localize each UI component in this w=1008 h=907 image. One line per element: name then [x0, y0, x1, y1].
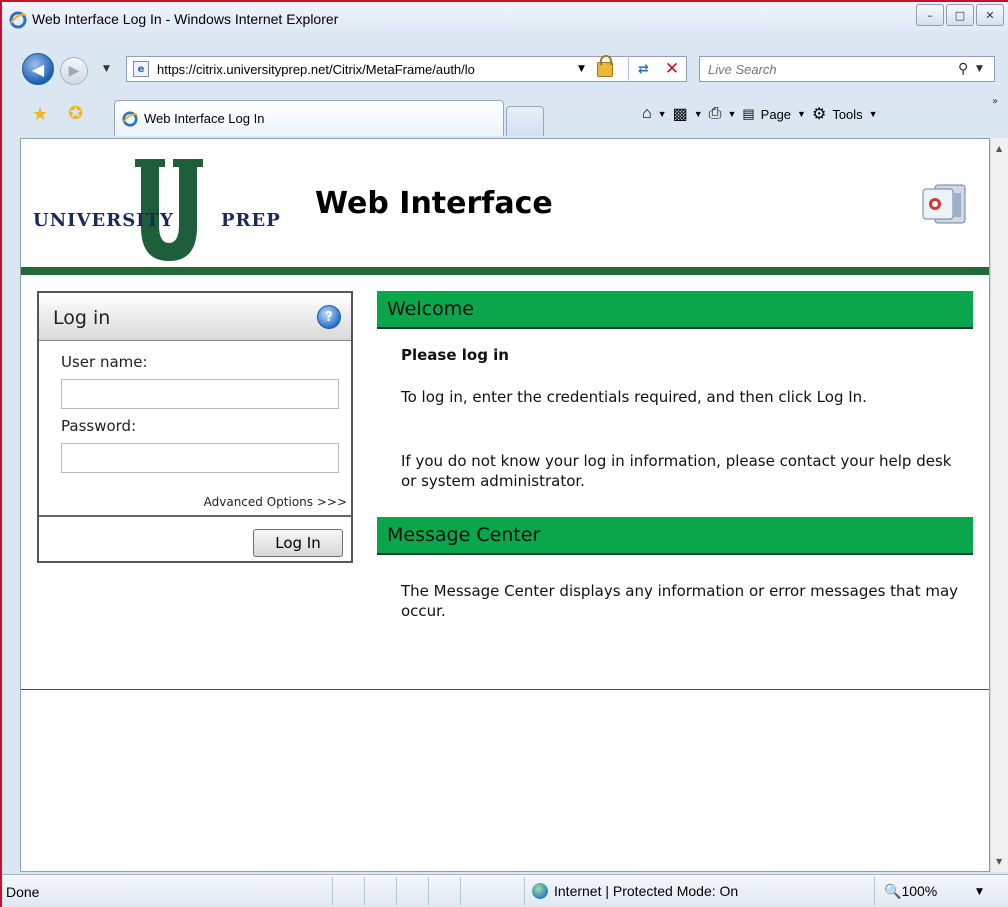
welcome-subheading: Please log in [401, 346, 509, 364]
command-bar: ⌂ ▼ ▩ ▼ ⎙ ▼ ▤ Page ▼ ⚙ Tools ▼ [642, 100, 878, 128]
zoom-level[interactable]: 🔍100% [884, 883, 937, 900]
favorites-star-icon[interactable]: ★ [32, 104, 48, 125]
page-header: UNIVERSITY PREP Web Interface [21, 139, 989, 267]
status-divider [428, 877, 429, 905]
login-panel: Log in ? User name: Password: Advanced O… [37, 291, 353, 563]
add-favorites-icon[interactable]: ✪ [68, 103, 83, 124]
print-icon[interactable]: ⎙ [709, 105, 722, 123]
refresh-icon: ⇄ [638, 61, 649, 77]
globe-icon [532, 883, 548, 899]
status-divider [396, 877, 397, 905]
maximize-button[interactable]: □ [946, 4, 974, 26]
login-panel-header: Log in ? [39, 293, 351, 341]
chevron-right-icon[interactable]: » [992, 96, 998, 107]
navigation-bar: ◀ ▶ ▼ e https://citrix.universityprep.ne… [2, 42, 1008, 85]
recent-pages-dropdown-icon[interactable]: ▼ [103, 64, 110, 74]
message-center-text: The Message Center displays any informat… [401, 582, 959, 620]
status-bar: Done Internet | Protected Mode: On 🔍100%… [2, 874, 1008, 907]
home-dropdown-icon[interactable]: ▼ [658, 109, 667, 119]
zoom-value: 100% [901, 883, 938, 899]
security-zone[interactable]: Internet | Protected Mode: On [532, 883, 738, 899]
search-box[interactable]: ⚲ ▼ [699, 56, 995, 82]
tab-web-interface-log-in[interactable]: Web Interface Log In [114, 100, 504, 136]
advanced-options-link[interactable]: Advanced Options >>> [204, 495, 347, 509]
address-bar[interactable]: e https://citrix.universityprep.net/Citr… [126, 54, 687, 82]
forward-button[interactable]: ▶ [60, 57, 88, 85]
university-prep-logo: UNIVERSITY PREP [33, 159, 309, 267]
login-title: Log in [53, 307, 111, 329]
home-icon[interactable]: ⌂ [642, 105, 652, 123]
login-panel-divider [39, 515, 351, 517]
header-divider [21, 267, 989, 275]
welcome-paragraph-2: If you do not know your log in informati… [401, 452, 952, 490]
tools-dropdown-icon[interactable]: ▼ [869, 109, 878, 119]
page-viewport: UNIVERSITY PREP Web Interface Log in ? U… [20, 138, 990, 872]
arrow-right-icon: ▶ [68, 63, 80, 79]
welcome-paragraph-1: To log in, enter the credentials require… [401, 388, 867, 406]
vertical-scrollbar[interactable]: ▲ ▼ [990, 138, 1008, 872]
status-divider [874, 877, 875, 905]
close-icon: ✕ [664, 59, 680, 79]
password-label: Password: [61, 417, 137, 435]
stop-button[interactable]: ✕ [658, 56, 686, 82]
page-dropdown-icon[interactable]: ▼ [797, 109, 806, 119]
address-url[interactable]: https://citrix.universityprep.net/Citrix… [157, 62, 572, 77]
status-divider [364, 877, 365, 905]
page-menu-icon: ▤ [742, 106, 755, 121]
tools-menu-button[interactable]: Tools [832, 107, 862, 122]
scroll-down-icon[interactable]: ▼ [996, 857, 1002, 866]
logo-text-prep: PREP [221, 210, 281, 231]
status-divider [460, 877, 461, 905]
tab-bar: ★ ✪ Web Interface Log In ⌂ ▼ ▩ ▼ ⎙ ▼ ▤ Page… [2, 92, 1008, 136]
address-dropdown-icon[interactable]: ▼ [578, 64, 585, 74]
search-icon[interactable]: ⚲ [958, 61, 976, 77]
password-input[interactable] [61, 443, 339, 473]
feeds-dropdown-icon[interactable]: ▼ [694, 109, 703, 119]
lock-icon[interactable] [596, 54, 613, 77]
new-tab-button[interactable] [506, 106, 544, 136]
security-zone-text: Internet | Protected Mode: On [554, 883, 739, 899]
refresh-button[interactable]: ⇄ [628, 56, 658, 82]
status-text: Done [6, 884, 40, 900]
tab-label: Web Interface Log In [144, 111, 265, 126]
search-input[interactable] [708, 61, 958, 77]
status-divider [524, 877, 525, 905]
welcome-header: Welcome [377, 291, 973, 329]
title-bar: Web Interface Log In - Windows Internet … [2, 2, 1008, 38]
feeds-icon[interactable]: ▩ [673, 104, 688, 124]
back-button[interactable]: ◀ [22, 53, 54, 85]
help-icon[interactable]: ? [317, 305, 341, 329]
minimize-button[interactable]: – [916, 4, 944, 26]
citrix-app-icon [922, 184, 966, 224]
username-label: User name: [61, 353, 148, 371]
message-center-heading: Message Center [387, 524, 541, 546]
welcome-heading: Welcome [387, 298, 474, 320]
page-icon: e [133, 61, 149, 77]
status-divider [332, 877, 333, 905]
scroll-up-icon[interactable]: ▲ [996, 144, 1002, 153]
message-center-header: Message Center [377, 517, 973, 555]
gear-icon: ⚙ [811, 106, 827, 123]
page-menu-button[interactable]: Page [761, 107, 791, 122]
content-footer-divider [21, 689, 989, 690]
print-dropdown-icon[interactable]: ▼ [727, 109, 736, 119]
zoom-dropdown-icon[interactable]: ▼ [976, 887, 983, 897]
close-button[interactable]: ✕ [976, 4, 1004, 26]
browser-window: Web Interface Log In - Windows Internet … [0, 0, 1008, 907]
ie-logo-icon [9, 11, 27, 29]
search-options-dropdown-icon[interactable]: ▼ [976, 64, 994, 74]
arrow-left-icon: ◀ [31, 59, 45, 79]
username-input[interactable] [61, 379, 339, 409]
ie-logo-icon [122, 110, 138, 127]
window-title: Web Interface Log In - Windows Internet … [32, 11, 339, 27]
log-in-button[interactable]: Log In [253, 529, 343, 557]
page-title: Web Interface [315, 186, 553, 221]
logo-text-university: UNIVERSITY [33, 210, 174, 231]
